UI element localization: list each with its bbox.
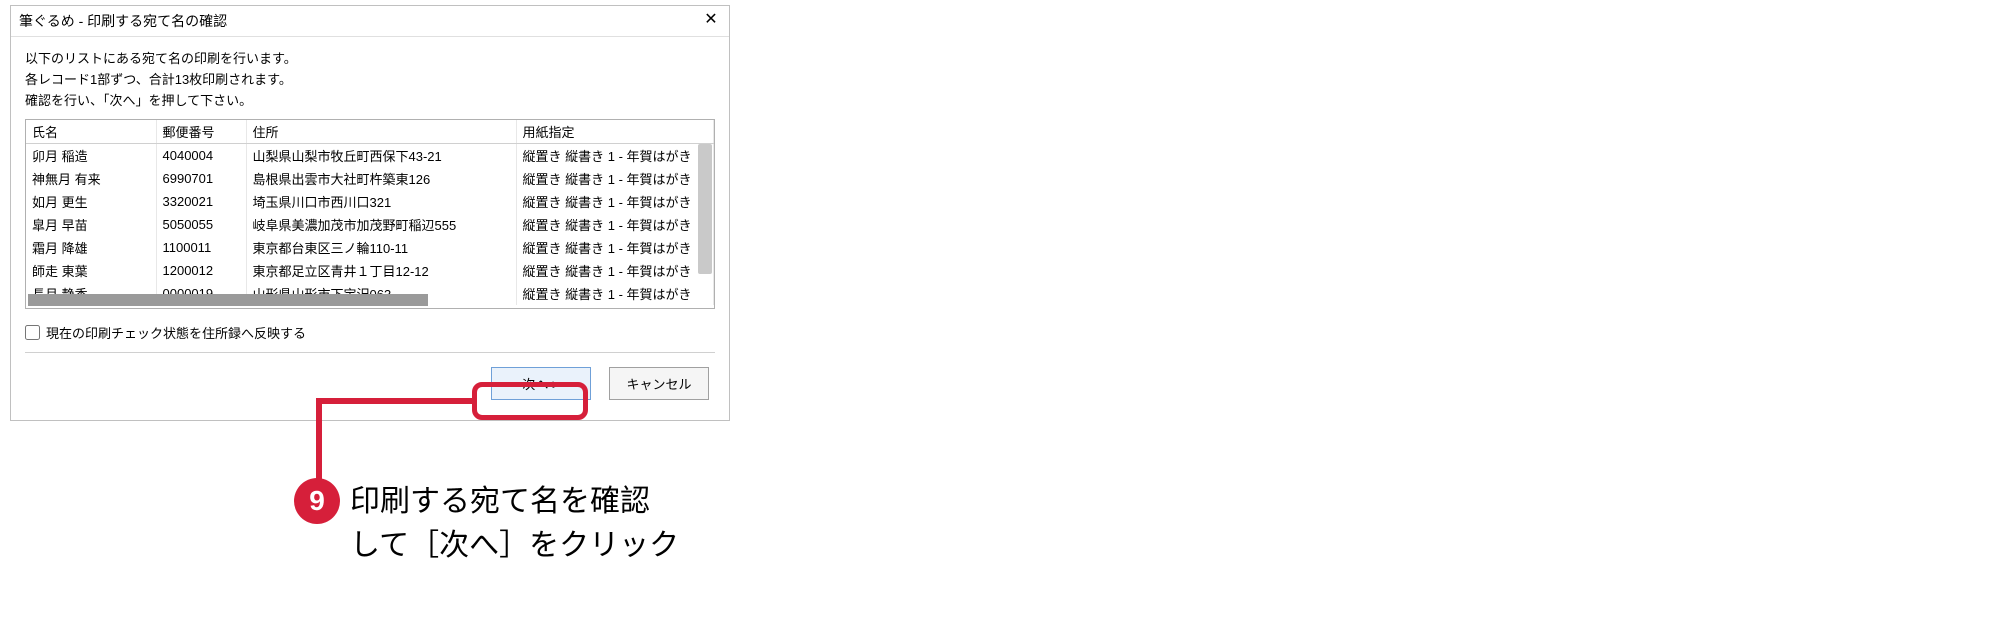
cell-address: 東京都足立区青井１丁目12-12 (246, 259, 516, 282)
cell-paper: 縦置き 縦書き 1 - 年賀はがき (516, 144, 714, 168)
cell-zip: 6990701 (156, 167, 246, 190)
titlebar: 筆ぐるめ - 印刷する宛て名の確認 ✕ (11, 6, 729, 37)
col-header-zip[interactable]: 郵便番号 (156, 120, 246, 144)
cell-paper: 縦置き 縦書き 1 - 年賀はがき (516, 167, 714, 190)
reflect-checkbox[interactable] (25, 325, 40, 340)
button-row: 次へ > キャンセル (25, 363, 715, 412)
cell-name: 師走 東葉 (26, 259, 156, 282)
cell-paper: 縦置き 縦書き 1 - 年賀はがき (516, 259, 714, 282)
cell-address: 東京都台東区三ノ輪110-11 (246, 236, 516, 259)
cell-name: 如月 更生 (26, 190, 156, 213)
table-row[interactable]: 如月 更生 3320021 埼玉県川口市西川口321 縦置き 縦書き 1 - 年… (26, 190, 714, 213)
cell-zip: 5050055 (156, 213, 246, 236)
cell-name: 霜月 降雄 (26, 236, 156, 259)
instructions: 以下のリストにある宛て名の印刷を行います。 各レコード1部ずつ、合計13枚印刷さ… (25, 49, 715, 111)
col-header-name[interactable]: 氏名 (26, 120, 156, 144)
annotation-step-text: 印刷する宛て名を確認 して［次へ］をクリック (350, 480, 679, 567)
cell-zip: 1200012 (156, 259, 246, 282)
cell-name: 皐月 早苗 (26, 213, 156, 236)
table-row[interactable]: 霜月 降雄 1100011 東京都台東区三ノ輪110-11 縦置き 縦書き 1 … (26, 236, 714, 259)
table-row[interactable]: 皐月 早苗 5050055 岐阜県美濃加茂市加茂野町稲辺555 縦置き 縦書き … (26, 213, 714, 236)
cell-address: 山梨県山梨市牧丘町西保下43-21 (246, 144, 516, 168)
cell-address: 島根県出雲市大社町杵築東126 (246, 167, 516, 190)
annotation-step-number: 9 (294, 478, 340, 524)
cell-address: 埼玉県川口市西川口321 (246, 190, 516, 213)
cell-paper: 縦置き 縦書き 1 - 年賀はがき (516, 213, 714, 236)
instruction-line-1: 以下のリストにある宛て名の印刷を行います。 (25, 49, 715, 70)
divider (25, 352, 715, 353)
instruction-line-3: 確認を行い、「次へ」を押して下さい。 (25, 91, 715, 112)
vertical-scrollbar[interactable] (698, 144, 712, 274)
table-row[interactable]: 師走 東葉 1200012 東京都足立区青井１丁目12-12 縦置き 縦書き 1… (26, 259, 714, 282)
recipient-list: 氏名 郵便番号 住所 用紙指定 卯月 稲造 4040004 山梨県山梨市牧丘町西… (25, 119, 715, 309)
cell-zip: 4040004 (156, 144, 246, 168)
table-header-row: 氏名 郵便番号 住所 用紙指定 (26, 120, 714, 144)
horizontal-scrollbar[interactable] (28, 294, 428, 306)
reflect-checkbox-row[interactable]: 現在の印刷チェック状態を住所録へ反映する (25, 323, 715, 342)
cell-zip: 1100011 (156, 236, 246, 259)
table-row[interactable]: 神無月 有来 6990701 島根県出雲市大社町杵築東126 縦置き 縦書き 1… (26, 167, 714, 190)
print-confirm-dialog: 筆ぐるめ - 印刷する宛て名の確認 ✕ 以下のリストにある宛て名の印刷を行います… (10, 5, 730, 421)
cell-name: 神無月 有来 (26, 167, 156, 190)
next-button[interactable]: 次へ > (491, 367, 591, 400)
cell-paper: 縦置き 縦書き 1 - 年賀はがき (516, 236, 714, 259)
cancel-button[interactable]: キャンセル (609, 367, 709, 400)
close-icon[interactable]: ✕ (701, 11, 721, 31)
cell-zip: 3320021 (156, 190, 246, 213)
instruction-line-2: 各レコード1部ずつ、合計13枚印刷されます。 (25, 70, 715, 91)
reflect-checkbox-label: 現在の印刷チェック状態を住所録へ反映する (46, 323, 306, 342)
recipient-table: 氏名 郵便番号 住所 用紙指定 卯月 稲造 4040004 山梨県山梨市牧丘町西… (26, 120, 714, 305)
cell-paper: 縦置き 縦書き 1 - 年賀はがき (516, 282, 714, 305)
cell-address: 岐阜県美濃加茂市加茂野町稲辺555 (246, 213, 516, 236)
cell-paper: 縦置き 縦書き 1 - 年賀はがき (516, 190, 714, 213)
dialog-title: 筆ぐるめ - 印刷する宛て名の確認 (19, 11, 227, 31)
col-header-address[interactable]: 住所 (246, 120, 516, 144)
dialog-body: 以下のリストにある宛て名の印刷を行います。 各レコード1部ずつ、合計13枚印刷さ… (11, 37, 729, 420)
table-row[interactable]: 卯月 稲造 4040004 山梨県山梨市牧丘町西保下43-21 縦置き 縦書き … (26, 144, 714, 168)
cell-name: 卯月 稲造 (26, 144, 156, 168)
col-header-paper[interactable]: 用紙指定 (516, 120, 714, 144)
